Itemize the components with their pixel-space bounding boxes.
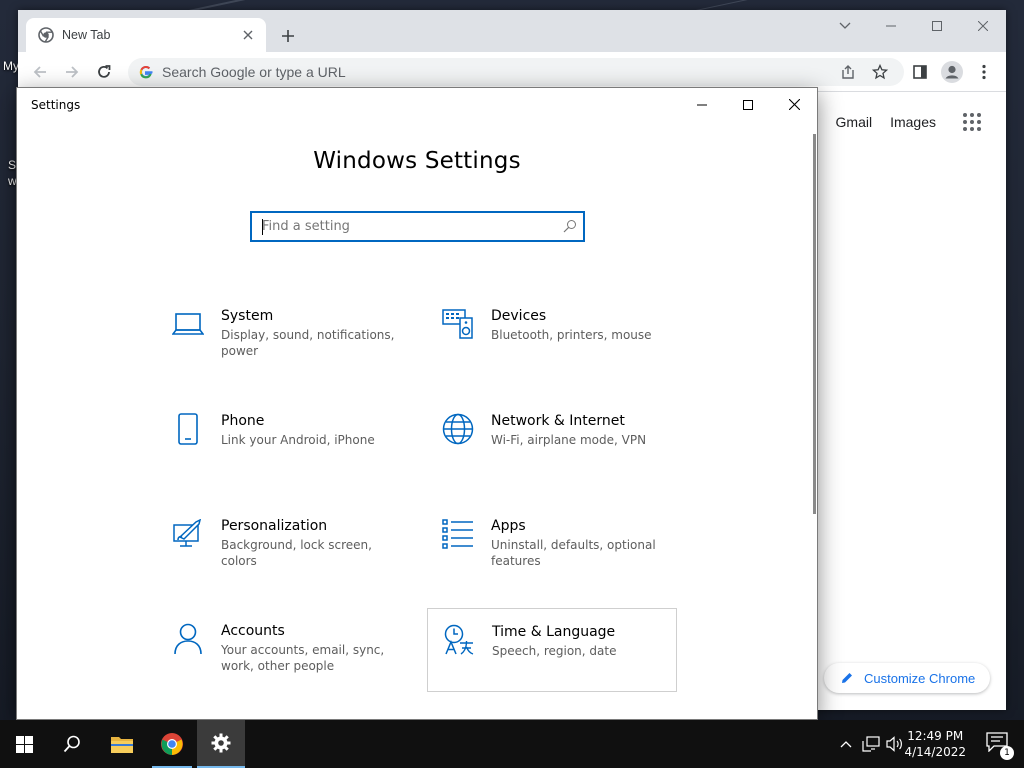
chrome-titlebar[interactable]: New Tab	[18, 10, 1006, 52]
forward-arrow-icon[interactable]	[58, 58, 86, 86]
chrome-menu-icon[interactable]	[970, 58, 998, 86]
minimize-icon[interactable]	[679, 88, 725, 121]
category-description: Wi-Fi, airplane mode, VPN	[491, 433, 647, 447]
back-arrow-icon[interactable]	[26, 58, 54, 86]
chrome-toolbar: Search Google or type a URL	[18, 52, 1006, 92]
text-caret	[262, 219, 263, 235]
category-title: Network & Internet	[491, 413, 625, 429]
scrollbar[interactable]	[813, 134, 816, 514]
category-description: Display, sound, notifications, power	[221, 328, 395, 358]
profile-avatar-icon[interactable]	[938, 58, 966, 86]
clock-date: 4/14/2022	[904, 745, 966, 759]
clock-time: 12:49 PM	[907, 729, 964, 743]
desktop-icon-label[interactable]: S	[8, 158, 16, 172]
category-title: Time & Language	[492, 624, 616, 640]
new-tab-button[interactable]	[276, 24, 300, 48]
category-description: Your accounts, email, sync, work, other …	[221, 643, 385, 673]
maximize-icon[interactable]	[725, 88, 771, 121]
search-placeholder: Find a setting	[262, 219, 350, 234]
tab-new-tab[interactable]: New Tab	[26, 18, 266, 52]
minimize-icon[interactable]	[868, 10, 914, 42]
settings-window: Settings Windows Settings Find a setting…	[16, 87, 818, 720]
globe-icon	[441, 412, 475, 446]
laptop-icon	[171, 307, 205, 341]
search-icon[interactable]	[563, 219, 577, 238]
category-system[interactable]: System Display, sound, notifications, po…	[171, 307, 421, 391]
address-bar[interactable]: Search Google or type a URL	[128, 58, 904, 86]
setting-search-input[interactable]: Find a setting	[250, 211, 585, 242]
category-description: Speech, region, date	[492, 644, 617, 658]
gear-icon	[211, 733, 231, 753]
category-title: Apps	[491, 518, 526, 534]
system-clock[interactable]: 12:49 PM 4/14/2022	[904, 728, 966, 760]
category-description: Bluetooth, printers, mouse	[491, 328, 652, 342]
person-icon	[171, 622, 205, 656]
close-icon[interactable]	[960, 10, 1006, 42]
start-button[interactable]	[0, 720, 48, 768]
folder-icon	[111, 737, 133, 753]
desktop-icon-label[interactable]: My	[3, 59, 19, 73]
address-bar-placeholder: Search Google or type a URL	[162, 64, 346, 80]
file-explorer-button[interactable]	[98, 720, 146, 768]
settings-titlebar[interactable]: Settings	[17, 88, 817, 121]
category-accounts[interactable]: Accounts Your accounts, email, sync, wor…	[171, 622, 421, 706]
phone-icon	[171, 412, 205, 446]
reload-icon[interactable]	[90, 58, 118, 86]
category-description: Uninstall, defaults, optional features	[491, 538, 656, 568]
bookmark-star-icon[interactable]	[866, 58, 894, 86]
close-tab-icon[interactable]	[240, 27, 256, 43]
search-icon	[63, 735, 80, 753]
tab-search-icon[interactable]	[822, 10, 868, 42]
action-center-button[interactable]: 1	[986, 732, 1014, 760]
apps-list-icon	[441, 517, 475, 551]
time-language-icon	[442, 623, 476, 657]
google-apps-icon[interactable]	[962, 112, 982, 132]
chevron-up-icon[interactable]	[836, 734, 856, 754]
tab-title: New Tab	[62, 28, 111, 42]
windows-logo-icon	[15, 735, 33, 753]
paintbrush-icon	[171, 517, 205, 551]
customize-chrome-button[interactable]: Customize Chrome	[824, 663, 990, 693]
volume-icon[interactable]	[885, 734, 905, 754]
search-button[interactable]	[48, 720, 96, 768]
category-devices[interactable]: Devices Bluetooth, printers, mouse	[441, 307, 691, 391]
google-g-icon	[138, 64, 154, 80]
customize-chrome-label: Customize Chrome	[864, 670, 976, 686]
category-title: Accounts	[221, 623, 285, 639]
network-icon[interactable]	[861, 734, 881, 754]
category-title: Personalization	[221, 518, 328, 534]
google-header-links: Gmail Images	[836, 114, 936, 130]
chrome-logo-icon	[161, 733, 183, 755]
images-link[interactable]: Images	[890, 114, 936, 130]
category-time-language[interactable]: Time & Language Speech, region, date	[427, 608, 677, 692]
category-personalization[interactable]: Personalization Background, lock screen,…	[171, 517, 421, 601]
page-title: Windows Settings	[313, 148, 521, 174]
keyboard-speaker-icon	[441, 307, 475, 341]
category-phone[interactable]: Phone Link your Android, iPhone	[171, 412, 421, 496]
chrome-favicon-icon	[38, 27, 54, 43]
category-description: Link your Android, iPhone	[221, 433, 375, 447]
category-title: Devices	[491, 308, 547, 324]
category-title: Phone	[221, 413, 265, 429]
category-apps[interactable]: Apps Uninstall, defaults, optional featu…	[441, 517, 691, 601]
settings-window-title: Settings	[31, 98, 81, 112]
maximize-icon[interactable]	[914, 10, 960, 42]
share-icon[interactable]	[834, 58, 862, 86]
pencil-icon	[842, 673, 852, 683]
taskbar: 12:49 PM 4/14/2022 1	[0, 720, 1024, 768]
chrome-taskbar-button[interactable]	[148, 720, 196, 768]
side-panel-icon[interactable]	[906, 58, 934, 86]
settings-taskbar-button[interactable]	[197, 720, 245, 768]
category-description: Background, lock screen, colors	[221, 538, 372, 568]
category-network-internet[interactable]: Network & Internet Wi-Fi, airplane mode,…	[441, 412, 691, 496]
notification-count-badge: 1	[1000, 746, 1014, 760]
category-title: System	[221, 308, 274, 324]
close-icon[interactable]	[771, 88, 817, 121]
gmail-link[interactable]: Gmail	[836, 114, 873, 130]
